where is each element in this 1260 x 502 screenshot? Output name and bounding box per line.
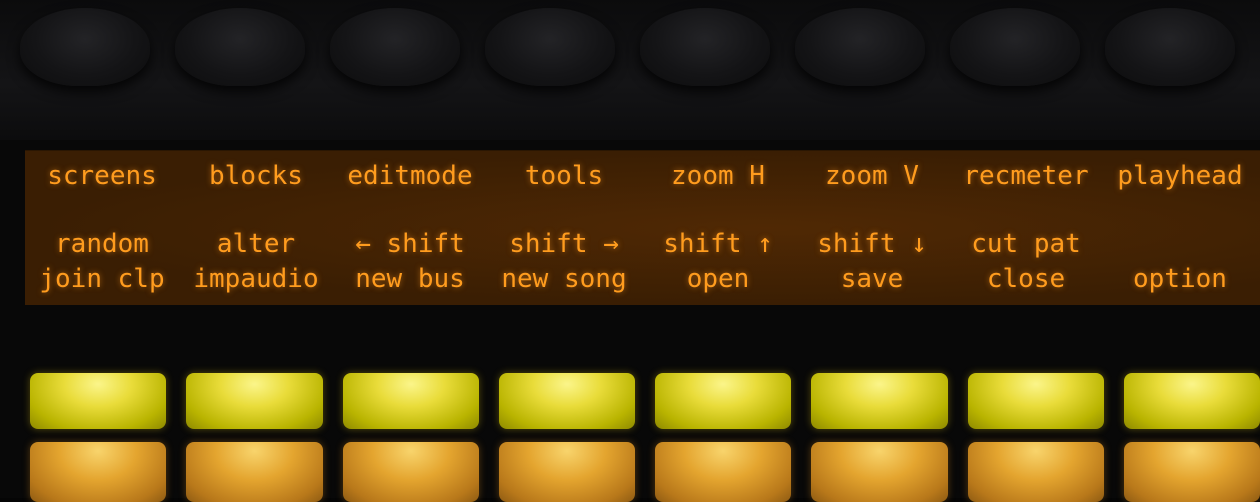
lcd-label-save: save (840, 264, 904, 294)
lower-pad-5[interactable] (655, 442, 792, 502)
lower-pad-1[interactable] (30, 442, 167, 502)
encoder-knob-4[interactable] (485, 8, 615, 86)
upper-pad-6[interactable] (811, 373, 948, 429)
lcd-label-option: option (1133, 264, 1227, 294)
lcd-label-shift-up: shift ↑ (663, 229, 773, 259)
lower-pad-4[interactable] (498, 442, 635, 502)
lcd-middle-row: random alter ← shift shift → shift ↑ shi… (25, 229, 1260, 259)
lcd-label-empty (1103, 229, 1257, 259)
lcd-label-blocks: blocks (209, 161, 303, 191)
lcd-label-screens: screens (47, 161, 157, 191)
lower-pad-6[interactable] (811, 442, 948, 502)
lcd-label-cut-pat: cut pat (971, 229, 1081, 259)
encoder-knob-5[interactable] (640, 8, 770, 86)
upper-pad-2[interactable] (186, 373, 323, 429)
lower-pad-7[interactable] (967, 442, 1104, 502)
lcd-label-alter: alter (216, 229, 296, 259)
lcd-label-zoom-h: zoom H (671, 161, 765, 191)
lcd-label-join-clp: join clp (39, 264, 165, 294)
encoder-knob-row (0, 0, 1260, 140)
lower-pad-3[interactable] (342, 442, 479, 502)
lower-pad-row (30, 442, 1260, 502)
lcd-label-recmeter: recmeter (963, 161, 1089, 191)
upper-pad-row (30, 373, 1260, 429)
upper-pad-4[interactable] (498, 373, 635, 429)
lower-pad-8[interactable] (1123, 442, 1260, 502)
lcd-label-new-bus: new bus (355, 264, 465, 294)
lcd-label-random: random (55, 229, 149, 259)
encoder-knob-8[interactable] (1105, 8, 1235, 86)
upper-pad-3[interactable] (342, 373, 479, 429)
lcd-label-tools: tools (524, 161, 604, 191)
encoder-knob-7[interactable] (950, 8, 1080, 86)
lcd-label-open: open (686, 264, 750, 294)
lcd-label-shift-left: ← shift (355, 229, 465, 259)
lcd-label-new-song: new song (501, 264, 627, 294)
encoder-knob-2[interactable] (175, 8, 305, 86)
upper-pad-5[interactable] (655, 373, 792, 429)
encoder-knob-6[interactable] (795, 8, 925, 86)
lcd-top-row: screens blocks editmode tools zoom H zoo… (25, 161, 1260, 191)
lcd-label-impaudio: impaudio (193, 264, 319, 294)
lcd-label-shift-right: shift → (509, 229, 619, 259)
lower-pad-2[interactable] (186, 442, 323, 502)
lcd-label-shift-down: shift ↓ (817, 229, 927, 259)
lcd-label-zoom-v: zoom V (825, 161, 919, 191)
upper-pad-8[interactable] (1123, 373, 1260, 429)
encoder-knob-1[interactable] (20, 8, 150, 86)
lcd-bottom-row: join clp impaudio new bus new song open … (25, 264, 1260, 294)
lcd-display: screens blocks editmode tools zoom H zoo… (25, 150, 1260, 305)
encoder-knob-3[interactable] (330, 8, 460, 86)
lcd-label-close: close (986, 264, 1066, 294)
upper-pad-7[interactable] (967, 373, 1104, 429)
lcd-label-playhead: playhead (1117, 161, 1243, 191)
lcd-label-editmode: editmode (347, 161, 473, 191)
upper-pad-1[interactable] (30, 373, 167, 429)
